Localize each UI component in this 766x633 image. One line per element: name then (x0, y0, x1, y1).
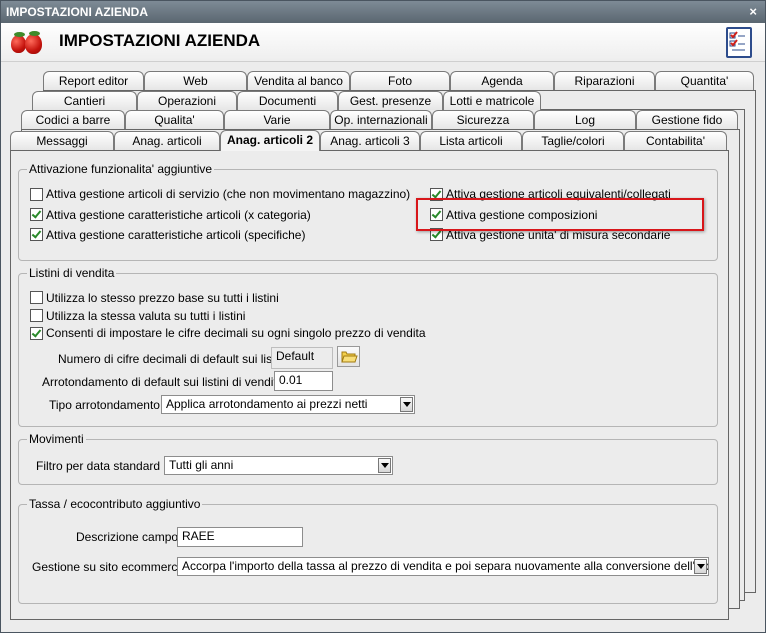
label-stesso-prezzo-base: Utilizza lo stesso prezzo base su tutti … (46, 291, 279, 305)
label-numero-cifre-decimali: Numero di cifre decimali di default sui … (58, 352, 295, 366)
filtro-data-value: Tutti gli anni (169, 458, 234, 472)
group-attivazione-title: Attivazione funzionalita' aggiuntive (27, 162, 215, 176)
decimali-field[interactable]: Default (271, 347, 333, 369)
tab-gest-presenze[interactable]: Gest. presenze (338, 91, 443, 110)
header-banner: IMPOSTAZIONI AZIENDA (1, 23, 765, 62)
tab-varie[interactable]: Varie (224, 110, 330, 129)
close-icon[interactable]: × (749, 4, 757, 19)
tab-documenti[interactable]: Documenti (237, 91, 338, 110)
tab-taglie-colori[interactable]: Taglie/colori (522, 131, 624, 150)
tab-op-internazionali[interactable]: Op. internazionali (330, 110, 432, 129)
tab-qualita[interactable]: Qualita' (125, 110, 224, 129)
tab-lista-articoli[interactable]: Lista articoli (420, 131, 522, 150)
tab-messaggi[interactable]: Messaggi (10, 131, 114, 150)
checkbox-stessa-valuta[interactable] (30, 309, 43, 322)
tab-gestione-fido[interactable]: Gestione fido (636, 110, 738, 129)
tab-vendita-al-banco[interactable]: Vendita al banco (247, 71, 350, 90)
strawberry-icon (11, 29, 47, 55)
tab-lotti-e-matricole[interactable]: Lotti e matricole (443, 91, 541, 110)
label-arrotondamento: Arrotondamento di default sui listini di… (42, 375, 291, 389)
gestione-ecommerce-value: Accorpa l'importo della tassa al prezzo … (182, 559, 709, 573)
tab-codici-a-barre[interactable]: Codici a barre (21, 110, 125, 129)
label-filtro-data: Filtro per data standard : (36, 459, 167, 473)
arrotondamento-input[interactable]: 0.01 (274, 371, 333, 391)
checkbox-cifre-decimali[interactable] (30, 327, 43, 340)
folder-button[interactable] (337, 346, 360, 367)
title-bar: IMPOSTAZIONI AZIENDA × (1, 1, 765, 23)
chevron-down-icon[interactable] (378, 458, 391, 473)
checkbox-articoli-servizio[interactable] (30, 188, 43, 201)
tab-cantieri[interactable]: Cantieri (32, 91, 137, 110)
chevron-down-icon[interactable] (400, 397, 413, 412)
tab-anag-articoli-2[interactable]: Anag. articoli 2 (220, 130, 320, 151)
checkbox-caratteristiche-categoria[interactable] (30, 208, 43, 221)
tab-anag-articoli-3[interactable]: Anag. articoli 3 (320, 131, 420, 150)
label-cifre-decimali: Consenti di impostare le cifre decimali … (46, 326, 426, 340)
label-caratteristiche-specifiche: Attiva gestione caratteristiche articoli… (46, 228, 306, 242)
header-title: IMPOSTAZIONI AZIENDA (59, 31, 261, 50)
checkbox-caratteristiche-specifiche[interactable] (30, 228, 43, 241)
tab-web[interactable]: Web (144, 71, 247, 90)
tab-contabilita[interactable]: Contabilita' (624, 131, 727, 150)
group-tassa-title: Tassa / ecocontributo aggiuntivo (27, 497, 203, 511)
checkbox-stesso-prezzo-base[interactable] (30, 291, 43, 304)
descrizione-campo-input[interactable]: RAEE (177, 527, 303, 547)
tab-foto[interactable]: Foto (350, 71, 450, 90)
group-listini-title: Listini di vendita (27, 266, 117, 280)
label-tipo-arrotondamento: Tipo arrotondamento : (49, 398, 167, 412)
tab-report-editor[interactable]: Report editor (43, 71, 144, 90)
tab-riparazioni[interactable]: Riparazioni (554, 71, 655, 90)
group-tassa (18, 504, 718, 604)
filtro-data-select[interactable]: Tutti gli anni (164, 456, 393, 475)
tab-quantita[interactable]: Quantita' (655, 71, 754, 90)
folder-icon (341, 351, 358, 363)
window-title: IMPOSTAZIONI AZIENDA (6, 5, 148, 19)
label-articoli-servizio: Attiva gestione articoli di servizio (ch… (46, 187, 411, 201)
tab-agenda[interactable]: Agenda (450, 71, 554, 90)
tipo-arrotondamento-select[interactable]: Applica arrotondamento ai prezzi netti (161, 395, 415, 414)
tab-sicurezza[interactable]: Sicurezza (432, 110, 534, 129)
checklist-icon (726, 27, 752, 58)
settings-window: IMPOSTAZIONI AZIENDA × IMPOSTAZIONI AZIE… (0, 0, 766, 633)
chevron-down-icon[interactable] (694, 559, 707, 574)
label-caratteristiche-categoria: Attiva gestione caratteristiche articoli… (46, 208, 311, 222)
tab-log[interactable]: Log (534, 110, 636, 129)
tab-anag-articoli[interactable]: Anag. articoli (114, 131, 220, 150)
label-stessa-valuta: Utilizza la stessa valuta su tutti i lis… (46, 309, 246, 323)
highlight-box (416, 198, 704, 231)
tipo-arrotondamento-value: Applica arrotondamento ai prezzi netti (166, 397, 368, 411)
label-descrizione-campo: Descrizione campo : (76, 530, 185, 544)
gestione-ecommerce-select[interactable]: Accorpa l'importo della tassa al prezzo … (177, 557, 709, 576)
group-movimenti-title: Movimenti (27, 432, 86, 446)
label-gestione-ecommerce: Gestione su sito ecommerce : (32, 560, 191, 574)
tab-operazioni[interactable]: Operazioni (137, 91, 237, 110)
